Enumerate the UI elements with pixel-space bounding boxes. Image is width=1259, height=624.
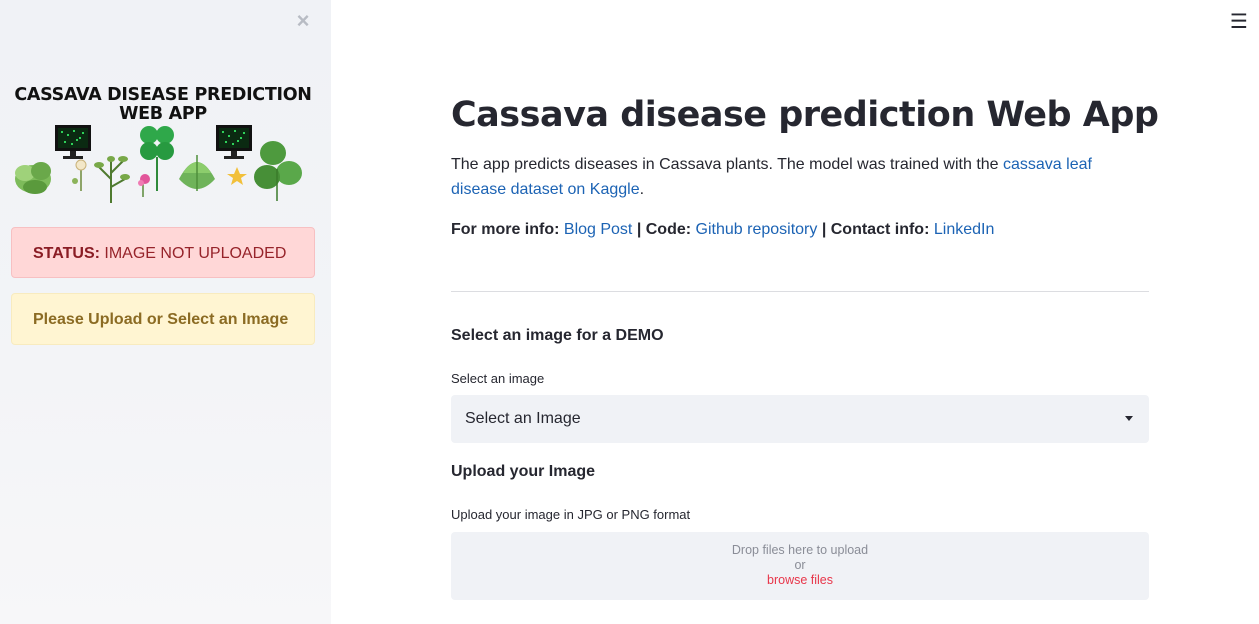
monitor-icon bbox=[55, 125, 91, 159]
github-repository-link[interactable]: Github repository bbox=[696, 221, 818, 238]
select-value: Select an Image bbox=[465, 410, 581, 427]
contact-info-label: Contact info: bbox=[830, 221, 930, 238]
upload-label: Upload your image in JPG or PNG format bbox=[451, 507, 691, 522]
info-links-row: For more info: Blog Post | Code: Github … bbox=[451, 219, 994, 241]
logo-title-line1: CASSAVA DISEASE PREDICTION bbox=[14, 85, 312, 105]
status-label: STATUS: bbox=[33, 245, 100, 262]
app-logo: CASSAVA DISEASE PREDICTION WEB APP bbox=[11, 85, 315, 207]
browse-files-button[interactable]: browse files bbox=[451, 573, 1149, 588]
separator: | bbox=[817, 221, 831, 238]
more-info-label: For more info: bbox=[451, 221, 560, 238]
page-title: Cassava disease prediction Web App bbox=[451, 95, 1159, 135]
app-description: The app predicts diseases in Cassava pla… bbox=[451, 152, 1151, 202]
status-text: IMAGE NOT UPLOADED bbox=[104, 245, 287, 262]
select-image-label: Select an image bbox=[451, 371, 545, 386]
warning-text: Please Upload or Select an Image bbox=[33, 311, 289, 328]
caret-down-icon bbox=[1125, 416, 1133, 421]
linkedin-link[interactable]: LinkedIn bbox=[934, 221, 995, 238]
demo-image-select[interactable]: Select an Image bbox=[451, 395, 1149, 443]
dropzone-or: or bbox=[794, 558, 806, 572]
sidebar: × CASSAVA DISEASE PREDICTION WEB APP STA… bbox=[0, 0, 331, 624]
description-period: . bbox=[639, 181, 645, 198]
close-sidebar-icon[interactable]: × bbox=[293, 10, 313, 32]
plants-illustration-icon bbox=[15, 125, 302, 203]
code-label: Code: bbox=[645, 221, 692, 238]
upload-warning-alert: Please Upload or Select an Image bbox=[11, 293, 315, 345]
divider bbox=[451, 291, 1149, 292]
demo-section-heading: Select an image for a DEMO bbox=[451, 327, 664, 344]
file-dropzone[interactable]: Drop files here to upload or browse file… bbox=[451, 532, 1149, 600]
blog-post-link[interactable]: Blog Post bbox=[564, 221, 632, 238]
monitor-icon bbox=[216, 125, 252, 159]
description-text: The app predicts diseases in Cassava pla… bbox=[451, 156, 1003, 173]
separator: | bbox=[632, 221, 646, 238]
hamburger-menu-icon[interactable]: ☰ bbox=[1230, 12, 1248, 32]
upload-section-heading: Upload your Image bbox=[451, 463, 596, 480]
status-alert: STATUS: IMAGE NOT UPLOADED bbox=[11, 227, 315, 278]
dropzone-instruction: Drop files here to upload bbox=[731, 543, 869, 557]
logo-title: CASSAVA DISEASE PREDICTION WEB APP bbox=[11, 86, 315, 124]
